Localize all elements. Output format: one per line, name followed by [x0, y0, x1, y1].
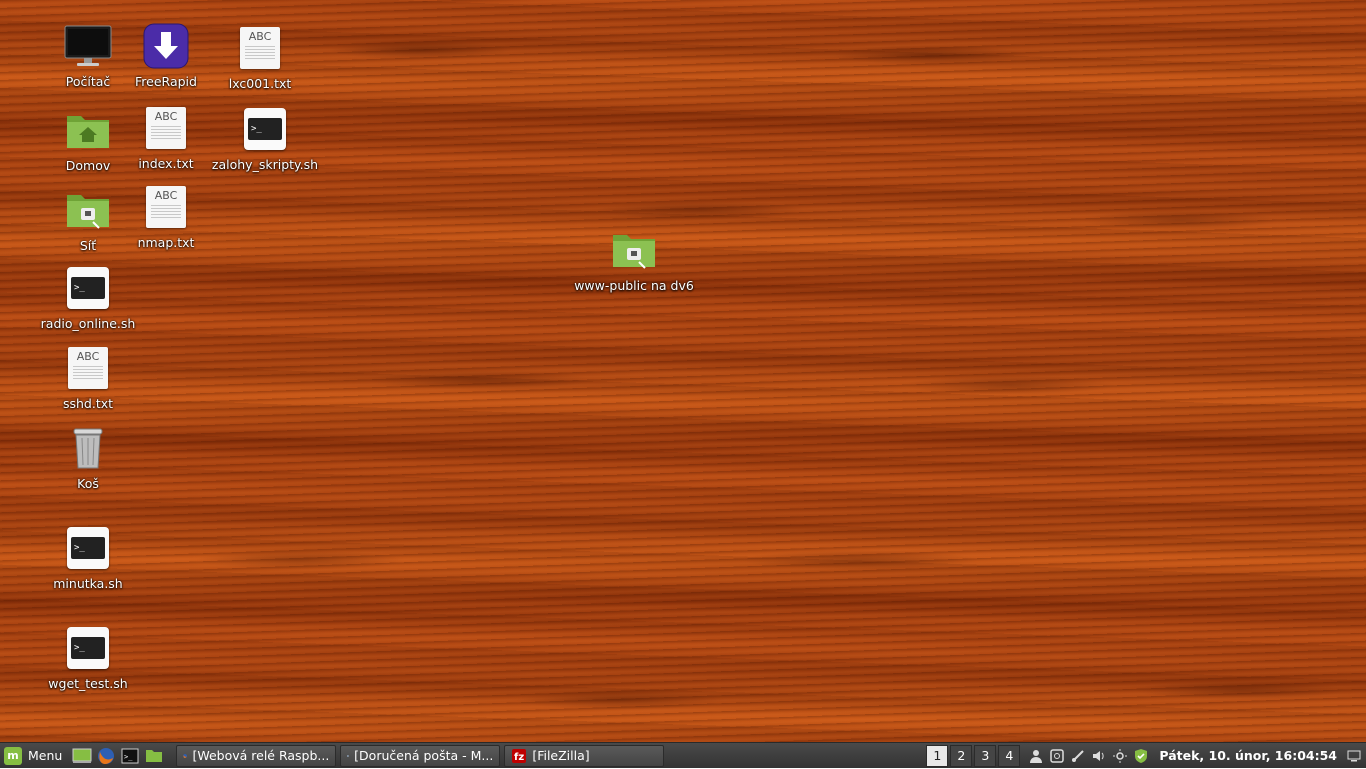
- desktop-icon-zalohy-skripty[interactable]: >_ zalohy_skripty.sh: [211, 105, 319, 183]
- text-file-icon: ABC: [240, 27, 280, 69]
- icon-label: wget_test.sh: [48, 676, 128, 691]
- text-file-icon: ABC: [68, 347, 108, 389]
- brightness-icon[interactable]: [1110, 746, 1130, 766]
- filezilla-icon: fz: [512, 748, 527, 763]
- workspace-2[interactable]: 2: [950, 744, 973, 767]
- menu-button[interactable]: m Menu: [0, 743, 70, 769]
- task-filezilla[interactable]: fz [FileZilla]: [504, 744, 665, 767]
- text-file-icon: ABC: [146, 186, 186, 228]
- svg-text:fz: fz: [514, 752, 524, 763]
- icon-label: minutka.sh: [53, 576, 123, 591]
- desktop-icon-wget-test[interactable]: >_ wget_test.sh: [34, 624, 142, 702]
- desktop-icon-www-public[interactable]: www-public na dv6: [574, 226, 694, 304]
- files-icon: [146, 750, 163, 762]
- icon-label: nmap.txt: [137, 235, 195, 250]
- terminal-script-icon: >_: [67, 527, 109, 569]
- task-label: [FileZilla]: [532, 748, 590, 763]
- icon-label: Koš: [77, 476, 99, 491]
- task-label: [Webová relé Raspb...: [192, 748, 330, 763]
- icon-label: FreeRapid: [135, 74, 197, 89]
- terminal-script-icon: >_: [67, 267, 109, 309]
- files-launcher[interactable]: [144, 746, 164, 766]
- desktop-icon-trash[interactable]: Koš: [34, 424, 142, 502]
- network-icon[interactable]: [1068, 746, 1088, 766]
- firefox-icon: [183, 753, 188, 758]
- icon-label: radio_online.sh: [40, 316, 136, 331]
- mint-logo-icon: m: [4, 746, 22, 765]
- svg-text:>_: >_: [124, 753, 133, 761]
- terminal-script-icon: >_: [244, 108, 286, 150]
- icon-label: zalohy_skripty.sh: [211, 157, 319, 172]
- firefox-launcher[interactable]: [96, 746, 116, 766]
- icon-label: index.txt: [138, 156, 194, 171]
- home-folder-icon: [64, 106, 112, 154]
- show-desktop-launcher[interactable]: [72, 746, 92, 766]
- network-share-folder-icon: [610, 226, 658, 274]
- firefox-icon: [98, 747, 115, 764]
- clock[interactable]: Pátek, 10. únor, 16:04:54: [1159, 748, 1337, 763]
- desktop-icon-lxc001[interactable]: ABC lxc001.txt: [206, 24, 314, 102]
- user-icon[interactable]: [1026, 746, 1046, 766]
- icon-label: Domov: [65, 158, 111, 173]
- icon-label: www-public na dv6: [574, 278, 694, 293]
- task-label: [Doručená pošta - M...: [354, 748, 494, 763]
- desktop-icon-radio-online[interactable]: >_ radio_online.sh: [34, 264, 142, 342]
- screenshot-icon[interactable]: [1047, 746, 1067, 766]
- icon-label: sshd.txt: [62, 396, 114, 411]
- taskbar: m Menu >_ [Webová relé Raspb... [Doručen…: [0, 742, 1366, 768]
- desktop-icon-minutka[interactable]: >_ minutka.sh: [34, 524, 142, 602]
- desktop-background[interactable]: Počítač Domov Síť >_ radio_online.sh ABC…: [0, 0, 1366, 742]
- task-webove-rele[interactable]: [Webová relé Raspb...: [176, 744, 337, 767]
- terminal-icon: >_: [121, 748, 139, 763]
- computer-icon: [64, 22, 112, 70]
- desktop-icon-index[interactable]: ABC index.txt: [112, 104, 220, 182]
- network-folder-icon: [64, 186, 112, 234]
- icon-label: lxc001.txt: [228, 76, 292, 91]
- workspace-4[interactable]: 4: [998, 744, 1021, 767]
- task-dorucena-posta[interactable]: [Doručená pošta - M...: [340, 744, 501, 767]
- freerapid-download-icon: [142, 22, 190, 70]
- show-desktop-icon: [72, 748, 92, 763]
- desktop-icon-sshd[interactable]: ABC sshd.txt: [34, 344, 142, 422]
- icon-label: Síť: [79, 238, 97, 253]
- workspace-3[interactable]: 3: [974, 744, 997, 767]
- workspace-1[interactable]: 1: [926, 744, 949, 767]
- desktop-icon-freerapid[interactable]: FreeRapid: [112, 22, 220, 100]
- icon-label: Počítač: [65, 74, 111, 89]
- text-file-icon: ABC: [146, 107, 186, 149]
- mail-icon: [347, 754, 350, 757]
- terminal-script-icon: >_: [67, 627, 109, 669]
- show-desktop-icon[interactable]: [1344, 746, 1364, 766]
- trash-icon: [64, 424, 112, 472]
- desktop-icon-nmap[interactable]: ABC nmap.txt: [112, 183, 220, 261]
- update-shield-icon[interactable]: [1131, 746, 1151, 766]
- menu-label: Menu: [28, 748, 63, 763]
- volume-icon[interactable]: [1089, 746, 1109, 766]
- terminal-launcher[interactable]: >_: [120, 746, 140, 766]
